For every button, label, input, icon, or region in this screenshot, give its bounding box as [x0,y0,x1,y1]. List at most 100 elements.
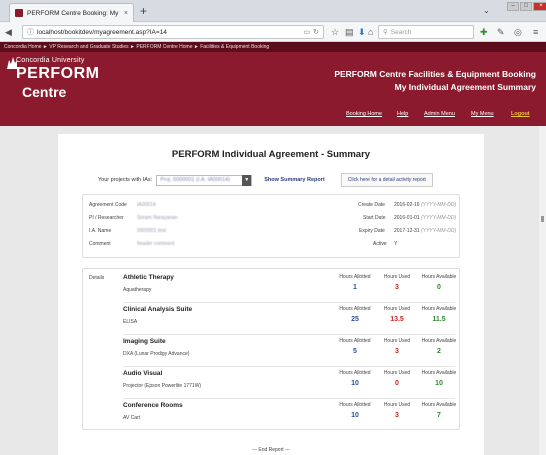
ia-name-value: 0000001 test [137,228,166,234]
menu-booking-home[interactable]: Booking Home [346,111,382,117]
site-header: Concordia University PERFORM Centre PERF… [0,52,546,126]
hours-available: Hours Available 7 [421,402,457,419]
list-item: Athletic Therapy Aquatherapy Hours Allot… [123,271,456,303]
logo-perform: PERFORM [16,65,100,82]
project-selector-row: Your projects with IAs: Proj. 0000001 (I… [98,173,433,187]
item-name: Clinical Analysis Suite [123,306,193,313]
tab-close-icon[interactable]: × [124,10,128,17]
active-row: Active Y [373,241,397,247]
item-sub: Projector (Epson Powerlite 1771W) [123,383,202,389]
item-sub: AV Cart [123,415,141,421]
end-report: --- End Report --- [251,447,291,453]
account-icon[interactable]: ◎ [514,25,522,39]
item-name: Athletic Therapy [123,274,174,281]
browser-tab[interactable]: PERFORM Centre Booking: My Indiv × [9,3,134,22]
pi-row: PI / Researcher Sriram Narayanan [89,215,178,221]
item-name: Conference Rooms [123,402,183,409]
reader-view-icon[interactable]: ▭ [304,28,311,36]
list-item: Conference Rooms AV Cart Hours Allotted 1… [123,399,456,431]
detail-report-button[interactable]: Click here for a detail activity report [340,173,433,187]
item-sub: Aquatherapy [123,287,152,293]
hours-available: Hours Available 0 [421,274,457,291]
project-select[interactable]: Proj. 0000001 (I.A. IA00014) ▼ [156,174,253,186]
tab-list-chevron-icon[interactable]: ⌄ [483,6,490,15]
create-date-row: Create Date 2016-02-16 (YYYY-MM-DD) [358,202,456,208]
summary-card: PERFORM Individual Agreement - Summary Y… [58,134,484,455]
hours-available: Hours Available 11.5 [421,306,457,323]
scrollbar[interactable] [539,126,546,455]
ia-name-row: I.A. Name 0000001 test [89,228,166,234]
menu-logout[interactable]: Logout [511,111,530,117]
hours-available: Hours Available 10 [421,370,457,387]
item-name: Imaging Suite [123,338,166,345]
scrollbar-thumb[interactable] [541,216,544,222]
project-select-value: Proj. 0000001 (I.A. IA00014) [160,177,230,183]
search-icon: ⚲ [383,29,388,36]
item-sub: ELISA [123,319,138,325]
create-date-value: 2016-02-16 (YYYY-MM-DD) [394,202,457,208]
hours-used: Hours Used 3 [383,274,411,291]
active-label: Active [373,241,387,247]
minimize-button[interactable]: – [507,2,519,11]
agreement-code-value: IA00014 [137,202,156,208]
address-bar[interactable]: ⓘ localhost/bookitdev/myagreement.asp?IA… [22,25,324,39]
extension-icon[interactable]: ✚ [480,25,488,39]
pen-icon[interactable]: ✎ [497,25,505,39]
favicon-icon [15,9,23,17]
details-box: Details Athletic Therapy Aquatherapy Hou… [82,268,460,430]
comment-label: Comment [89,241,111,247]
site-title-line2: My Individual Agreement Summary [394,82,536,92]
expiry-date-label: Expiry Date [359,228,385,234]
agreement-code-row: Agreement Code IA00014 [89,202,156,208]
hours-allotted: Hours Allotted 1 [339,274,371,291]
site-info-icon[interactable]: ⓘ [27,27,34,37]
logo-centre: Centre [22,84,67,100]
maximize-button[interactable]: □ [520,2,532,11]
expiry-date-value: 2017-12-31 (YYYY-MM-DD) [394,228,457,234]
projects-label: Your projects with IAs: [98,177,153,183]
list-item: Audio Visual Projector (Epson Powerlite … [123,367,456,399]
menu-my-menu[interactable]: My Menu [471,111,494,117]
hours-allotted: Hours Allotted 25 [339,306,371,323]
comment-row: Comment header comment [89,241,175,247]
expiry-date-row: Expiry Date 2017-12-31 (YYYY-MM-DD) [359,228,456,234]
hours-available: Hours Available 2 [421,338,457,355]
page-background: PERFORM Individual Agreement - Summary Y… [0,126,546,455]
start-date-value: 2016-01-01 (YYYY-MM-DD) [394,215,457,221]
comment-value: header comment [137,241,175,247]
download-icon[interactable]: ⬇ [358,25,366,39]
pi-label: PI / Researcher [89,215,124,221]
agreement-info-box: Agreement Code IA00014 PI / Researcher S… [82,194,460,258]
page-title: PERFORM Individual Agreement - Summary [171,149,371,160]
agreement-code-label: Agreement Code [89,202,127,208]
home-icon[interactable]: ⌂ [368,25,373,39]
search-placeholder: Search [390,28,412,36]
list-item: Imaging Suite DXA (Lunar Prodigy Advance… [123,335,456,367]
bookmark-star-icon[interactable]: ☆ [331,25,339,39]
pi-value: Sriram Narayanan [137,215,178,221]
details-label: Details [89,275,105,281]
chevron-down-icon[interactable]: ▼ [242,174,252,186]
reload-icon[interactable]: ↻ [313,28,319,36]
show-summary-link[interactable]: Show Summary Report [264,177,325,183]
create-date-label: Create Date [358,202,385,208]
clipboard-icon[interactable]: ▤ [345,25,354,39]
list-item: Clinical Analysis Suite ELISA Hours Allo… [123,303,456,335]
menu-help[interactable]: Help [397,111,408,117]
menu-admin[interactable]: Admin Menu [424,111,455,117]
browser-tab-bar: PERFORM Centre Booking: My Indiv × + ⌄ –… [0,0,546,22]
hours-allotted: Hours Allotted 10 [339,370,371,387]
hours-used: Hours Used 0 [383,370,411,387]
hours-allotted: Hours Allotted 10 [339,402,371,419]
window-close-button[interactable]: × [533,2,546,11]
new-tab-button[interactable]: + [140,4,147,18]
window-controls: – □ × [506,2,546,11]
hamburger-menu-icon[interactable]: ≡ [533,25,538,39]
tab-title: PERFORM Centre Booking: My Indiv [27,9,120,17]
site-breadcrumb[interactable]: Concordia Home ► VP Research and Graduat… [0,42,546,52]
ia-name-label: I.A. Name [89,228,112,234]
back-icon[interactable]: ◀ [5,25,12,39]
search-field[interactable]: ⚲ Search [378,25,474,39]
site-title: PERFORM Centre Facilities & Equipment Bo… [334,68,536,94]
item-sub: DXA (Lunar Prodigy Advance) [123,351,190,357]
